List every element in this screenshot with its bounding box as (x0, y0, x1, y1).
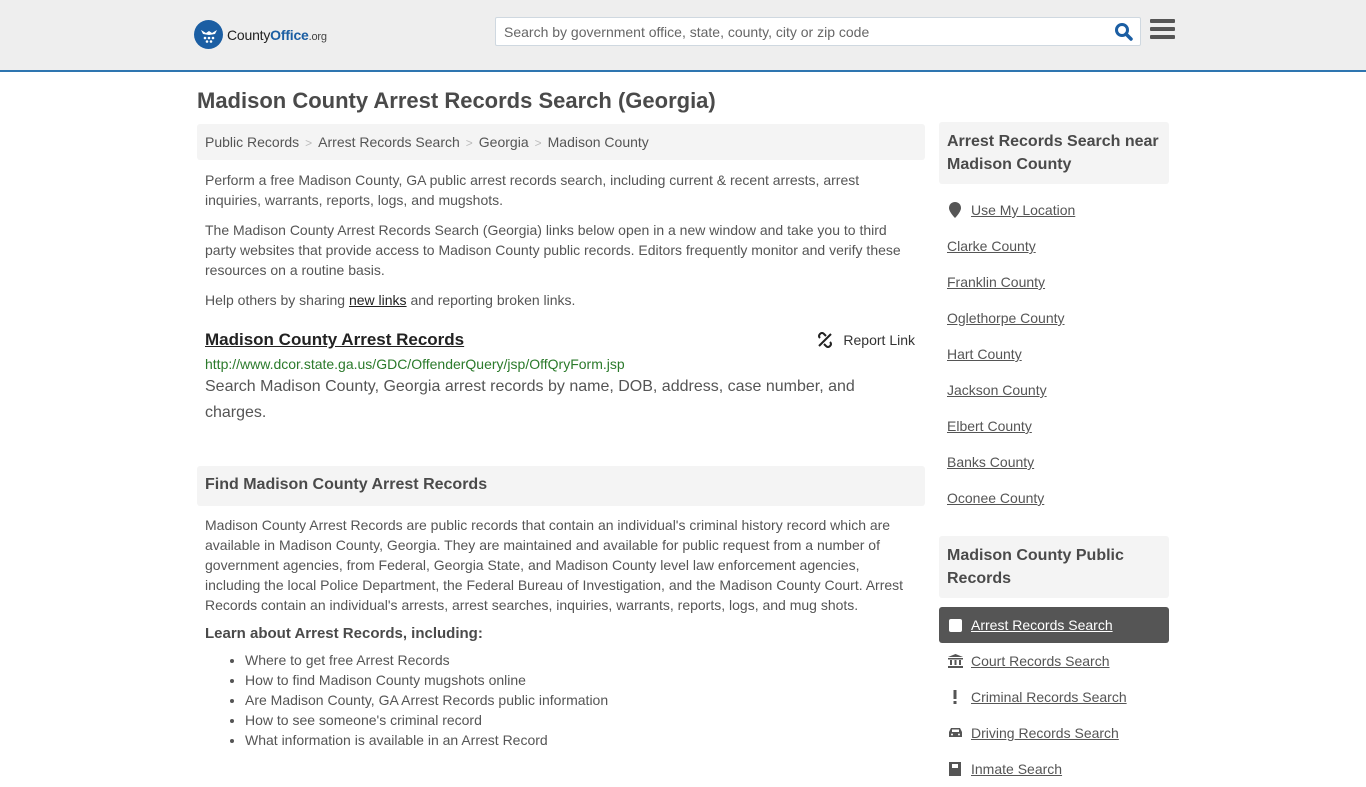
inmate-icon (947, 762, 963, 776)
breadcrumb: Public Records > Arrest Records Search > Geo… (197, 124, 925, 160)
site-search (495, 17, 1141, 46)
sidebar-item-inmate-search[interactable]: Inmate Search (939, 751, 1169, 787)
breadcrumb-separator: > (534, 136, 542, 150)
sidebar-item-jackson: Jackson County (939, 372, 1169, 408)
page-title: Madison County Arrest Records Search (Ge… (197, 88, 716, 113)
county-link[interactable]: Hart County (947, 346, 1022, 362)
sidebar-item-oconee: Oconee County (939, 480, 1169, 516)
learn-about-list: Where to get free Arrest Records How to … (197, 650, 925, 750)
sidebar-item-criminal-records[interactable]: Criminal Records Search (939, 679, 1169, 715)
logo-wordmark: CountyOffice.org (227, 26, 327, 43)
eagle-stars-icon (194, 20, 223, 49)
public-records-heading: Madison County Public Records (939, 536, 1169, 598)
county-link[interactable]: Oglethorpe County (947, 310, 1065, 326)
sidebar-item-arrest-records[interactable]: Arrest Records Search (939, 607, 1169, 643)
courthouse-icon (947, 654, 963, 668)
inmate-search-link[interactable]: Inmate Search (971, 761, 1062, 777)
sidebar-public-records: Madison County Public Records Arrest Rec… (939, 536, 1169, 787)
use-location-item: Use My Location (939, 192, 1169, 228)
share-text: Help others by sharing (205, 292, 349, 308)
use-my-location-link[interactable]: Use My Location (971, 202, 1075, 218)
report-link-label: Report Link (843, 332, 915, 348)
main-content: Public Records > Arrest Records Search > Geo… (197, 124, 925, 750)
learn-about-heading: Learn about Arrest Records, including: (205, 625, 483, 642)
share-links-paragraph: Help others by sharing new links and rep… (197, 290, 925, 310)
report-link-button[interactable]: Report Link (817, 332, 915, 348)
sidebar-item-oglethorpe: Oglethorpe County (939, 300, 1169, 336)
county-link[interactable]: Banks County (947, 454, 1034, 470)
breadcrumb-separator: > (305, 136, 313, 150)
nearby-heading: Arrest Records Search near Madison Count… (939, 122, 1169, 184)
top-navbar: CountyOffice.org (0, 0, 1366, 72)
resource-description: Search Madison County, Georgia arrest re… (205, 378, 855, 421)
share-text-end: and reporting broken links. (406, 292, 576, 308)
find-records-heading: Find Madison County Arrest Records (197, 466, 925, 506)
list-item: Are Madison County, GA Arrest Records pu… (245, 690, 925, 710)
exclamation-icon (947, 690, 963, 704)
sidebar-item-hart: Hart County (939, 336, 1169, 372)
criminal-records-link[interactable]: Criminal Records Search (971, 689, 1127, 705)
sidebar-item-banks: Banks County (939, 444, 1169, 480)
county-link[interactable]: Franklin County (947, 274, 1045, 290)
list-item: Where to get free Arrest Records (245, 650, 925, 670)
new-links-link[interactable]: new links (349, 292, 407, 308)
map-marker-icon (947, 202, 963, 218)
breadcrumb-madison-county: Madison County (547, 134, 649, 150)
hamburger-menu-icon[interactable] (1150, 19, 1175, 41)
sidebar-item-driving-records[interactable]: Driving Records Search (939, 715, 1169, 751)
resource-url: http://www.dcor.state.ga.us/GDC/Offender… (205, 356, 625, 372)
list-item: How to find Madison County mugshots onli… (245, 670, 925, 690)
court-records-link[interactable]: Court Records Search (971, 653, 1110, 669)
breadcrumb-arrest-records-search[interactable]: Arrest Records Search (318, 134, 460, 150)
list-item: How to see someone's criminal record (245, 710, 925, 730)
breadcrumb-separator: > (465, 136, 473, 150)
driving-records-link[interactable]: Driving Records Search (971, 725, 1119, 741)
public-records-list: Arrest Records Search Court Records Sear… (939, 607, 1169, 787)
broken-link-icon (818, 332, 833, 348)
square-icon (947, 618, 963, 632)
county-link[interactable]: Elbert County (947, 418, 1032, 434)
find-records-paragraph: Madison County Arrest Records are public… (205, 517, 904, 613)
sidebar-item-clarke: Clarke County (939, 228, 1169, 264)
site-logo[interactable]: CountyOffice.org (194, 20, 327, 49)
arrest-records-link[interactable]: Arrest Records Search (971, 617, 1113, 633)
county-link[interactable]: Clarke County (947, 238, 1036, 254)
breadcrumb-public-records[interactable]: Public Records (205, 134, 299, 150)
car-icon (947, 727, 963, 739)
sidebar-item-elbert: Elbert County (939, 408, 1169, 444)
county-link[interactable]: Jackson County (947, 382, 1047, 398)
list-item: What information is available in an Arre… (245, 730, 925, 750)
resource-title-link[interactable]: Madison County Arrest Records (205, 330, 464, 349)
breadcrumb-georgia[interactable]: Georgia (479, 134, 529, 150)
sidebar-item-court-records[interactable]: Court Records Search (939, 643, 1169, 679)
sidebar-nearby: Arrest Records Search near Madison Count… (939, 122, 1169, 516)
sidebar-item-franklin: Franklin County (939, 264, 1169, 300)
search-input[interactable] (496, 18, 1106, 45)
resource-card: Madison County Arrest Records Report Lin… (197, 330, 925, 426)
disclaimer-paragraph: The Madison County Arrest Records Search… (205, 222, 901, 278)
nearby-list: Use My Location Clarke County Franklin C… (939, 192, 1169, 516)
search-icon[interactable] (1114, 22, 1134, 42)
county-link[interactable]: Oconee County (947, 490, 1044, 506)
intro-paragraph: Perform a free Madison County, GA public… (205, 172, 860, 208)
